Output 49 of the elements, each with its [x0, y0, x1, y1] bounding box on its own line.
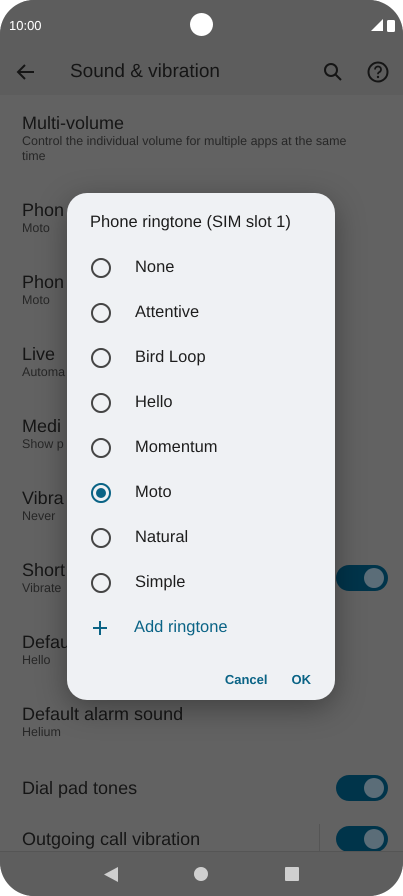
setting-title[interactable]: Multi-volume: [22, 112, 124, 134]
recents-icon[interactable]: [284, 867, 299, 881]
setting-summary: Never: [22, 509, 56, 524]
toggle-switch[interactable]: [336, 564, 388, 590]
toggle-switch[interactable]: [336, 775, 388, 801]
setting-title[interactable]: Live: [22, 343, 56, 365]
back-icon[interactable]: [104, 866, 118, 882]
ringtone-option[interactable]: None: [135, 258, 174, 277]
camera-hole: [190, 13, 213, 36]
toggle-switch[interactable]: [336, 826, 388, 851]
setting-title[interactable]: Dial pad tones: [22, 777, 138, 799]
ringtone-option[interactable]: Hello: [135, 393, 173, 412]
screen-title: Sound & vibration: [70, 60, 221, 82]
ringtone-option[interactable]: Bird Loop: [135, 348, 206, 367]
setting-summary: Hello: [22, 653, 52, 668]
back-arrow-icon[interactable]: [16, 62, 36, 82]
setting-summary: Automa: [22, 365, 66, 380]
radio-button[interactable]: [91, 482, 111, 502]
radio-button[interactable]: [91, 302, 111, 322]
help-icon[interactable]: [367, 60, 389, 82]
battery-icon: [387, 18, 395, 32]
setting-summary: Vibrate: [22, 581, 62, 596]
signal-icon: [371, 19, 383, 31]
radio-button[interactable]: [91, 528, 111, 548]
ringtone-option[interactable]: Momentum: [135, 438, 218, 457]
add-ringtone-link[interactable]: Add ringtone: [134, 618, 228, 637]
home-icon[interactable]: [194, 867, 208, 881]
ringtone-option[interactable]: Simple: [135, 573, 186, 592]
setting-title[interactable]: Medi: [22, 415, 62, 437]
ringtone-option[interactable]: Moto: [135, 483, 172, 502]
radio-button[interactable]: [91, 348, 111, 368]
dialog-button[interactable]: OK: [284, 664, 319, 695]
radio-button[interactable]: [91, 572, 111, 592]
ringtone-option[interactable]: Attentive: [135, 303, 200, 322]
radio-button[interactable]: [91, 392, 111, 412]
search-icon[interactable]: [323, 62, 343, 82]
status-time: 10:00: [9, 18, 42, 32]
setting-title[interactable]: Outgoing call vibration: [22, 828, 200, 850]
dialog-button[interactable]: Cancel: [216, 664, 276, 695]
setting-title[interactable]: Phon: [22, 199, 64, 221]
setting-summary: Moto: [22, 221, 51, 236]
dialog-title: Phone ringtone (SIM slot 1): [90, 212, 291, 233]
setting-summary: Helium: [22, 725, 62, 740]
setting-summary: Moto: [22, 293, 51, 308]
radio-button[interactable]: [91, 258, 111, 278]
radio-button[interactable]: [91, 438, 111, 458]
plus-icon[interactable]: [93, 620, 107, 634]
setting-summary: Control the individual volume for multiple apps at the same time: [22, 134, 348, 164]
ringtone-option[interactable]: Natural: [135, 528, 188, 547]
